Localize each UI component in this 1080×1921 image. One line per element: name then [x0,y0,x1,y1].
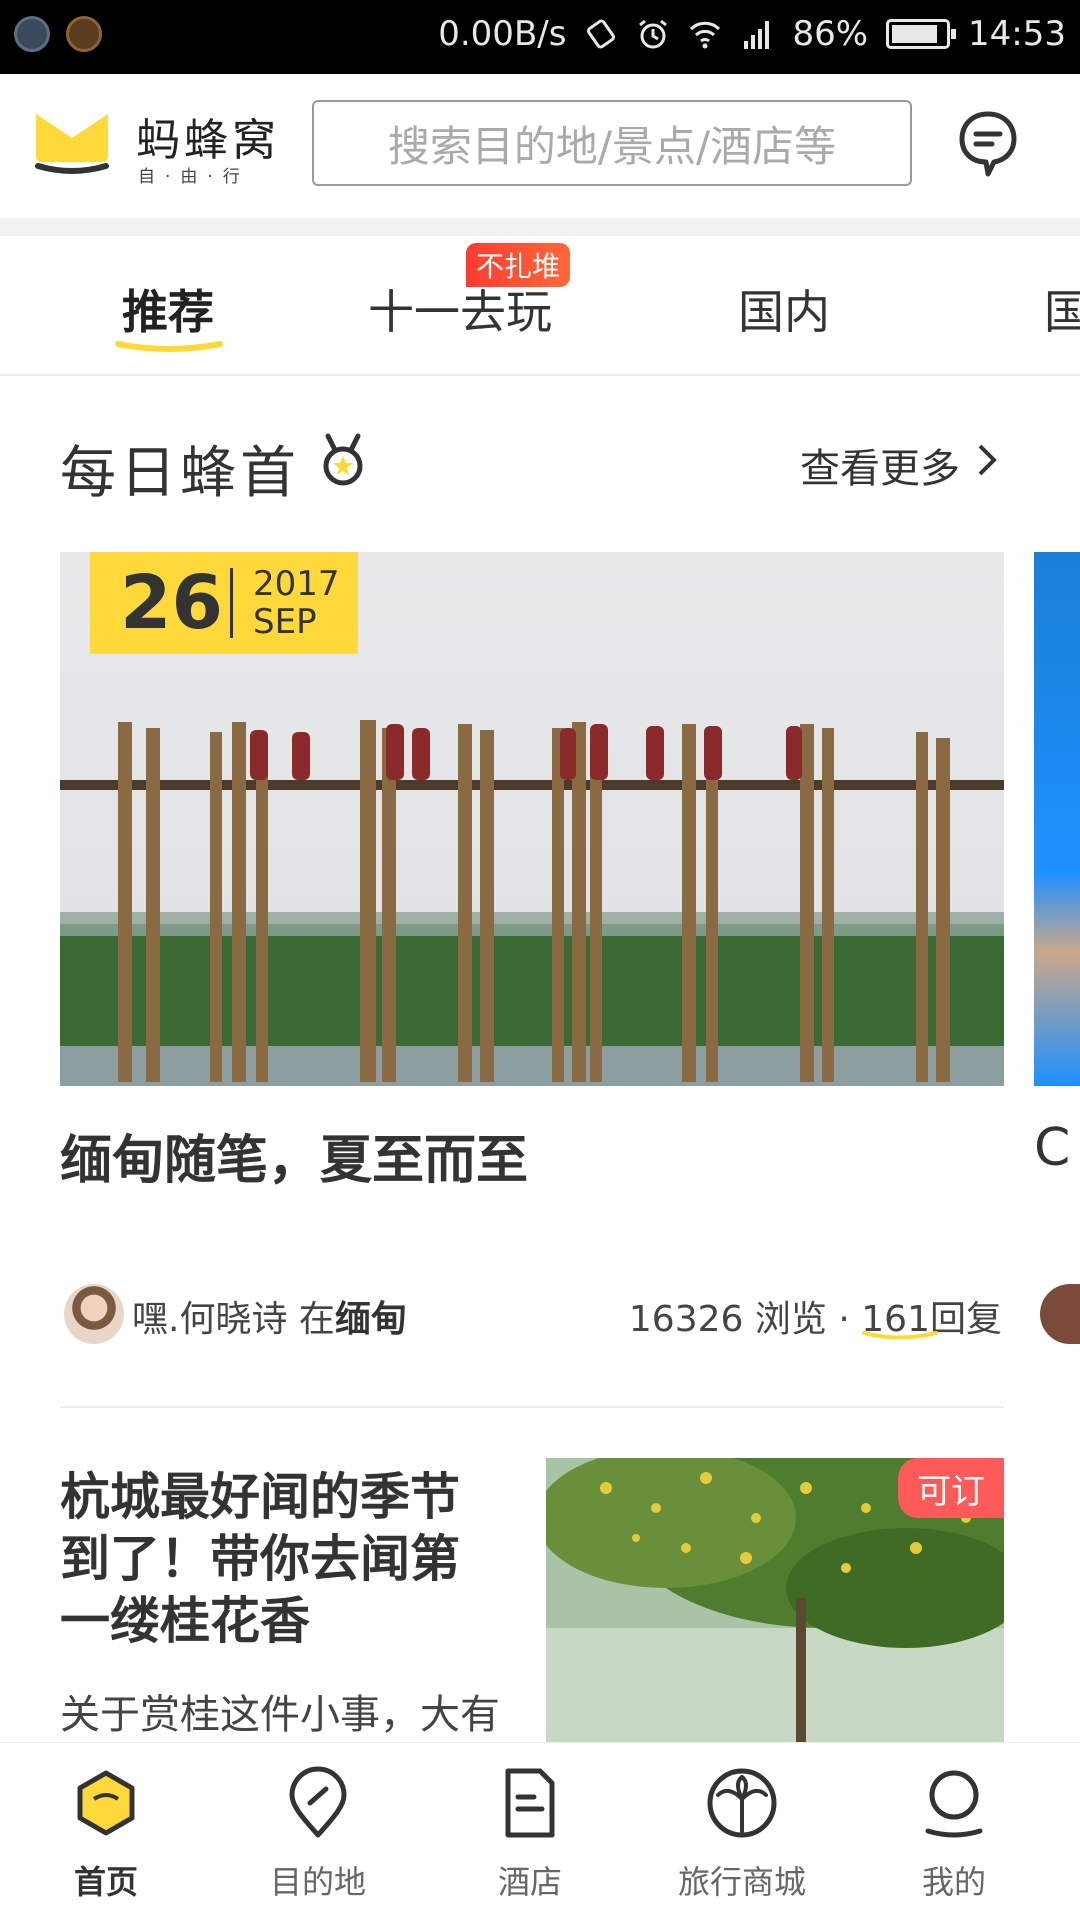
battery-icon [886,19,957,49]
category-tabs: 推荐 十一去玩 不扎堆 国内 国 [0,236,1080,376]
tab-domestic[interactable]: 国内 [738,276,830,342]
date-badge: 26 2017 SEP [90,552,358,654]
nav-destination[interactable]: 目的地 [228,1743,408,1921]
search-input[interactable]: 搜索目的地/景点/酒店等 [312,100,912,186]
nav-home[interactable]: 首页 [16,1743,196,1921]
battery-level [892,25,938,43]
feed-divider [60,1406,1004,1408]
date-year: 2017 [253,564,340,604]
see-more-link[interactable]: 查看更多 [800,436,960,494]
author-avatar[interactable] [64,1284,124,1344]
clock: 14:53 [968,14,1066,54]
status-bar: 0.00B/s 86% 14:53 [0,0,1080,74]
date-day: 26 [120,560,223,646]
nav-profile[interactable]: 我的 [864,1743,1044,1921]
views-label: 浏览 [754,1299,827,1340]
hotel-document-icon [505,1768,555,1838]
nav-home-label: 首页 [73,1863,138,1901]
author-name[interactable]: 嘿.何晓诗 [132,1299,287,1340]
nav-mall-label: 旅行商城 [677,1863,806,1901]
next-card-avatar [1040,1284,1080,1344]
active-tab-underline [115,341,223,352]
article-description: 关于赏桂这件小事，大有 [60,1692,500,1738]
status-indicators: 0.00B/s 86% 14:53 [438,14,1066,54]
signal-icon [744,21,770,49]
palm-tree-icon [707,1768,777,1838]
map-pin-icon [289,1766,347,1838]
section-title: 每日蜂首 [60,441,300,506]
logo-subtitle: 自·由·行 [138,167,250,187]
logo-icon [35,114,109,174]
gallery-app-icon [14,16,50,52]
featured-title[interactable]: 缅甸随笔，夏至而至 [60,1118,528,1193]
nav-hotel[interactable]: 酒店 [440,1743,620,1921]
next-card-title[interactable]: C [1034,1118,1070,1178]
logo-title: 蚂蜂窝 [136,115,280,166]
article-title[interactable]: 杭城最好闻的季节到了！带你去闻第一缕桂花香 [60,1466,490,1652]
tab-international[interactable]: 国 [1044,276,1080,342]
nav-hotel-label: 酒店 [497,1863,562,1901]
bottom-navigation: 首页 目的地 酒店 旅行商城 我的 [0,1742,1080,1921]
app-header: 蚂蜂窝 自·由·行 搜索目的地/景点/酒店等 [0,74,1080,218]
stats-dot: · [838,1299,850,1340]
date-month: SEP [253,602,317,642]
next-card-peek[interactable] [1034,552,1080,1086]
tab-badge: 不扎堆 [466,243,571,287]
rotation-lock-icon [587,19,616,49]
bookable-badge: 可订 [898,1458,1004,1518]
nav-mall[interactable]: 旅行商城 [652,1743,832,1921]
article-stats: 16326 浏览 · 161回复 [629,1290,1002,1342]
replies-label: 回复 [929,1299,1002,1340]
header-divider [0,218,1080,236]
message-icon[interactable] [958,110,1018,178]
profile-icon [925,1770,983,1838]
date-year-month: 2017 SEP [253,565,340,641]
app-notification-icon [66,16,102,52]
network-speed: 0.00B/s [438,14,567,54]
battery-percent: 86% [792,14,869,54]
chevron-right-icon[interactable] [976,442,998,478]
tab-recommend[interactable]: 推荐 [122,276,214,342]
author-line: 嘿.何晓诗 在缅甸 [132,1290,407,1342]
alarm-icon [639,19,668,49]
medal-icon [323,433,363,486]
views-count: 16326 [628,1299,744,1340]
nav-destination-label: 目的地 [269,1863,366,1901]
status-notifications [14,16,102,52]
nav-profile-label: 我的 [921,1863,986,1901]
home-hexagon-icon [77,1770,135,1836]
date-separator [230,568,233,638]
author-location[interactable]: 缅甸 [335,1299,407,1340]
wifi-icon [690,21,721,49]
replies-highlight [862,1331,938,1340]
author-in: 在 [298,1299,335,1340]
